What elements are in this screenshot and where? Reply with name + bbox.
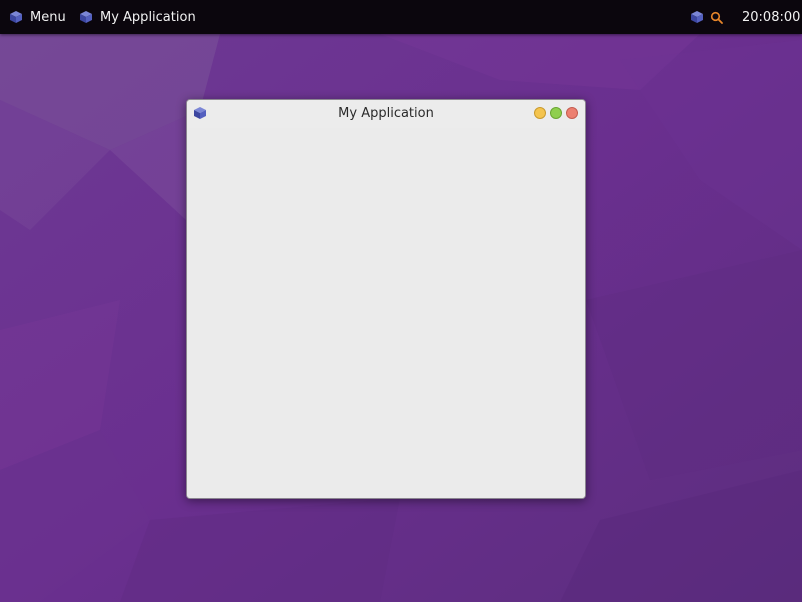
app-cube-icon [691,11,703,23]
clock[interactable]: 20:08:00 [742,0,800,34]
taskbar-item-my-application[interactable]: My Application [79,0,196,34]
taskbar-item-label: My Application [100,9,196,25]
menu-label: Menu [30,9,66,25]
window-content [187,128,585,498]
app-cube-icon [10,11,22,23]
window-titlebar[interactable]: My Application [187,100,585,128]
tray-app-button[interactable] [690,0,711,34]
search-icon [710,11,723,24]
app-cube-icon [80,11,92,23]
app-window: My Application [186,99,586,499]
desktop: Menu My Application 20:08:00 My Applicat… [0,0,802,602]
window-title: My Application [338,106,434,121]
minimize-button[interactable] [534,107,546,119]
tray-search-button[interactable] [710,0,723,34]
menu-button[interactable]: Menu [9,0,66,34]
maximize-button[interactable] [550,107,562,119]
clock-time: 20:08:00 [742,9,801,25]
close-button[interactable] [566,107,578,119]
top-panel: Menu My Application 20:08:00 [0,0,802,34]
